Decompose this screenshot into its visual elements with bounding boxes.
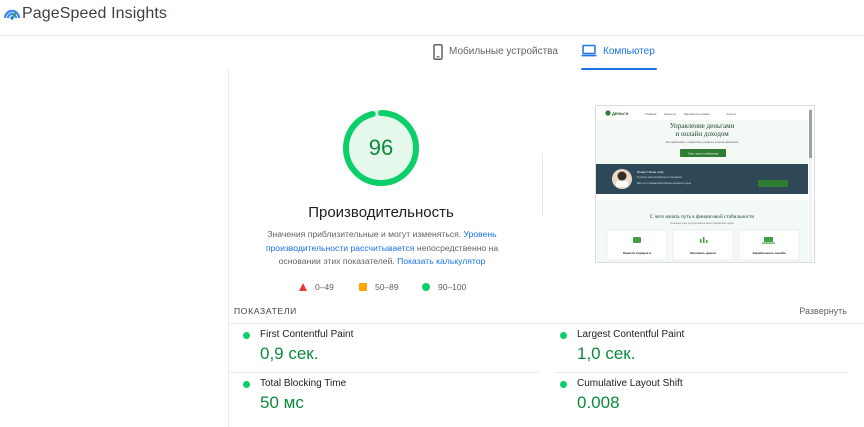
pass-circle-icon [243, 381, 250, 388]
site-hero-button: Стать частью сообщества [688, 153, 719, 156]
metric-value: 0.008 [577, 393, 620, 412]
site-nav-item: Заработок онлайн [684, 112, 710, 116]
wallet-icon [633, 237, 641, 243]
metric-label: Cumulative Layout Shift [577, 378, 683, 389]
show-calculator-link[interactable]: Показать калькулятор [397, 256, 485, 266]
site-nav-item: Статьи [726, 112, 736, 116]
site-hero-title: Управление деньгами [670, 122, 735, 130]
legend-pass: 90–100 [422, 282, 466, 292]
expand-button[interactable]: Развернуть [799, 306, 847, 316]
metric-fcp: First Contentful Paint 0,9 сек. [243, 326, 543, 374]
pagespeed-logo-icon[interactable] [4, 7, 20, 23]
site-card-title: Навести порядок в [623, 251, 651, 255]
performance-score: 96 [368, 135, 394, 160]
site-nav-item: Кредиты [664, 112, 676, 116]
square-icon [359, 283, 367, 291]
device-tabs: Мобильные устройства Компьютер [0, 36, 864, 70]
metric-tbt: Total Blocking Time 50 мс [243, 375, 543, 423]
smartphone-icon [433, 44, 443, 60]
metrics-title: ПОКАЗАТЕЛИ [234, 306, 297, 316]
site-card-title: Заставить деньги [690, 251, 717, 255]
app-title[interactable]: PageSpeed Insights [22, 5, 167, 23]
metric-divider [229, 372, 539, 373]
money-icon [605, 110, 611, 116]
pass-circle-icon [560, 332, 567, 339]
site-banner-text-2: Ваш путь к финансовой свободе начинается… [637, 182, 692, 185]
site-banner-title: Привет! Меня зовут [637, 170, 665, 174]
page-screenshot-image: ДЕНЬГИ Главная Кредиты Заработок онлайн … [596, 106, 814, 262]
metric-label: First Contentful Paint [260, 329, 354, 340]
site-hero-subtitle: Как зарабатывать и эффективно управлять … [666, 141, 739, 144]
metric-divider [555, 372, 847, 373]
metric-value: 1,0 сек. [577, 344, 636, 363]
legend-pass-range: 90–100 [438, 282, 467, 292]
tab-mobile[interactable]: Мобильные устройства [433, 44, 558, 70]
metric-value: 50 мс [260, 393, 304, 412]
pass-circle-icon [560, 381, 567, 388]
description-text: Значения приблизительные и могут изменят… [267, 229, 464, 239]
tab-desktop[interactable]: Компьютер [581, 44, 657, 70]
metric-label: Largest Contentful Paint [577, 329, 685, 340]
tab-desktop-label: Компьютер [603, 46, 655, 57]
performance-description: Значения приблизительные и могут изменят… [251, 228, 513, 269]
site-nav-item: Главная [645, 112, 657, 116]
legend-average-range: 50–89 [375, 282, 399, 292]
metric-cls: Cumulative Layout Shift 0.008 [560, 375, 860, 423]
metric-lcp: Largest Contentful Paint 1,0 сек. [560, 326, 860, 374]
legend-fail-range: 0–49 [315, 282, 334, 292]
performance-title: Производительность [308, 204, 454, 221]
divider [542, 154, 543, 216]
site-section-title: С чего начать путь к финансовой стабильн… [650, 213, 755, 220]
site-hero-title-2: и онлайн доходом [675, 130, 729, 138]
site-card-title: Зарабатывать онлайн [752, 251, 785, 255]
metric-value: 0,9 сек. [260, 344, 319, 363]
metrics-header: ПОКАЗАТЕЛИ Развернуть [229, 304, 864, 324]
site-brand: ДЕНЬГИ [612, 111, 629, 116]
legend-average: 50–89 [359, 282, 399, 292]
site-banner-text: Я помогу вам разобраться в финансах [637, 176, 683, 179]
circle-icon [422, 283, 430, 291]
pass-circle-icon [243, 332, 250, 339]
top-bar: PageSpeed Insights [0, 0, 864, 36]
report-panel: 96 Производительность Значения приблизит… [228, 70, 864, 427]
metric-label: Total Blocking Time [260, 378, 347, 389]
page-screenshot: ДЕНЬГИ Главная Кредиты Заработок онлайн … [595, 105, 815, 263]
site-section-subtitle: Основные шаги для достижения ваших финан… [670, 222, 734, 225]
laptop-icon [581, 44, 597, 57]
legend-fail: 0–49 [299, 282, 334, 292]
tab-mobile-label: Мобильные устройства [449, 46, 558, 57]
triangle-icon [299, 283, 307, 291]
